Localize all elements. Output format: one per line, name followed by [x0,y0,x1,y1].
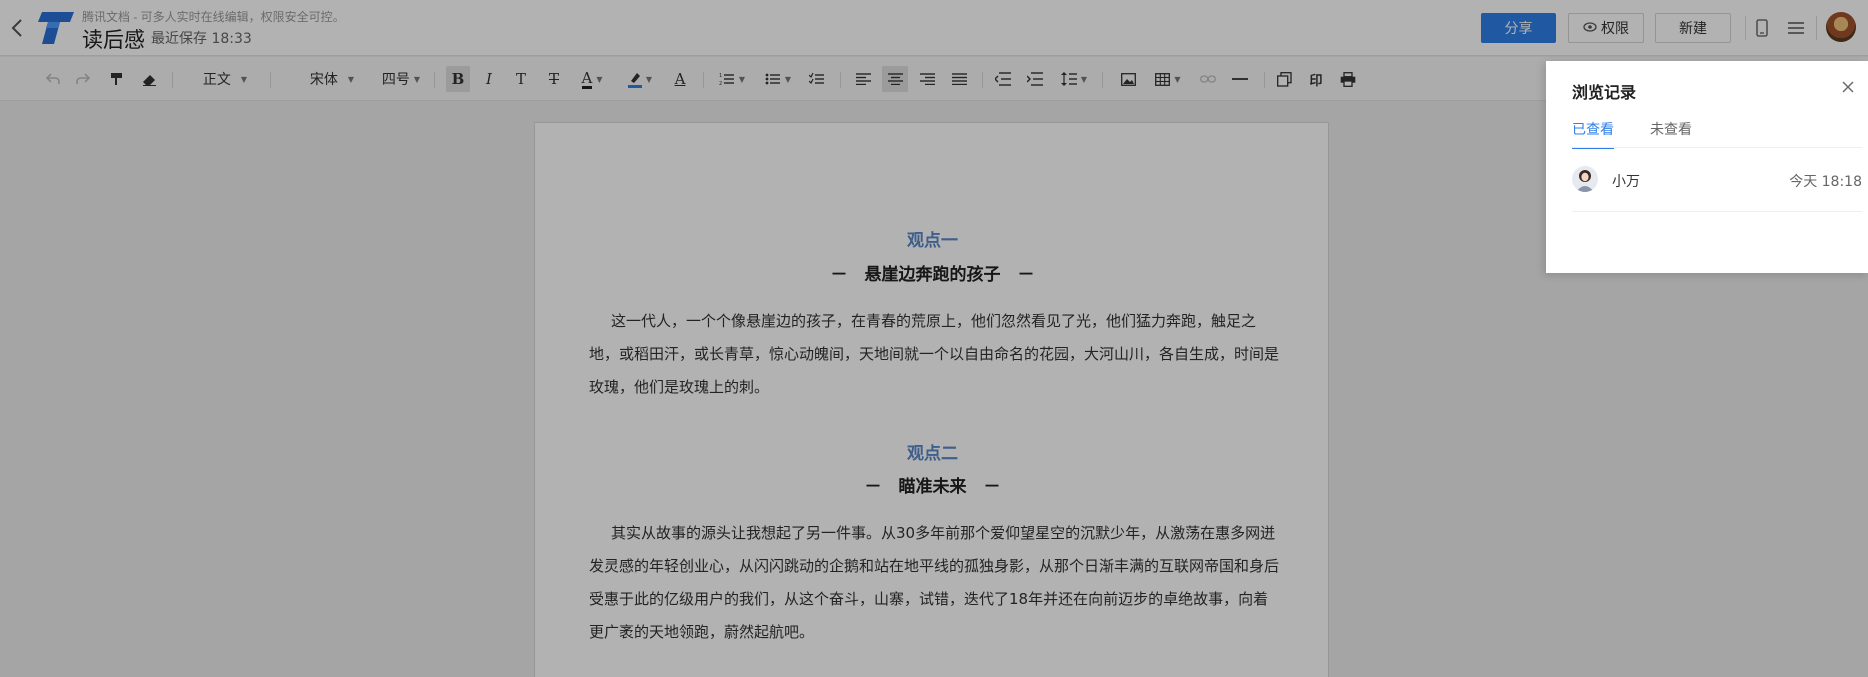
bullet-list-button[interactable]: ▼ [760,66,796,92]
browse-history-panel: 浏览记录 已查看 未查看 小万 今天 18:18 [1546,61,1868,273]
seal-button[interactable]: 印 [1304,66,1328,92]
strikethrough-button[interactable]: T [543,66,565,92]
numbered-list-button[interactable]: 12 ▼ [714,66,750,92]
section-subheading: － 悬崖边奔跑的孩子 － [830,265,1035,285]
record-user-name: 小万 [1612,174,1640,190]
document-page[interactable]: 观点一 － 悬崖边奔跑的孩子 － 这一代人，一个个像悬崖边的孩子，在青春的荒原上… [534,122,1329,677]
line-spacing-icon [1060,72,1077,86]
menu-icon[interactable] [1782,14,1810,42]
redo-icon[interactable] [72,66,94,92]
panel-title: 浏览记录 [1572,83,1637,102]
section-heading: 观点二 [907,444,958,464]
toolbar-divider [840,72,841,88]
new-button[interactable]: 新建 [1655,13,1731,43]
save-status: 最近保存 18:33 [151,31,252,47]
section-paragraph[interactable]: 其实从故事的源头让我想起了另一件事。从30多年前那个爱仰望星空的沉默少年，从激荡… [589,517,1279,649]
numbered-list-icon: 12 [719,72,735,86]
bullet-list-icon [765,72,781,86]
copy-format-icon[interactable] [1272,66,1296,92]
format-painter-icon[interactable] [106,66,128,92]
toolbar-divider [1264,72,1265,88]
insert-table-button[interactable]: ▼ [1150,66,1186,92]
chevron-down-icon: ▼ [784,74,792,84]
toolbar-divider [703,72,704,88]
chevron-down-icon: ▼ [1080,74,1088,84]
align-center-icon[interactable] [882,66,908,92]
eye-icon [1583,20,1597,36]
font-family-select[interactable]: 宋体 ▼ [296,66,368,92]
user-avatar[interactable] [1826,12,1856,42]
link-icon[interactable] [1196,66,1220,92]
align-right-icon[interactable] [916,66,938,92]
section-subheading: － 瞄准未来 － [864,477,1001,497]
align-left-icon[interactable] [852,66,874,92]
document-title[interactable]: 读后感 [82,24,145,54]
undo-icon[interactable] [42,66,64,92]
chevron-down-icon: ▼ [240,74,248,84]
chevron-down-icon: ▼ [596,74,603,84]
avatar [1572,166,1598,192]
align-justify-icon[interactable] [948,66,970,92]
app-tagline: 腾讯文档 - 可多人实时在线编辑，权限安全可控。 [82,10,345,24]
toolbar-divider [1102,72,1103,88]
section-paragraph[interactable]: 这一代人，一个个像悬崖边的孩子，在青春的荒原上，他们忽然看见了光，他们猛力奔跑，… [589,305,1279,404]
permission-button[interactable]: 权限 [1568,13,1644,43]
paragraph-style-select[interactable]: 正文 ▼ [190,66,260,92]
clear-format-button[interactable]: A [668,66,692,92]
share-button[interactable]: 分享 [1481,13,1556,43]
header-divider [1745,16,1746,40]
horizontal-rule-icon[interactable] [1228,66,1252,92]
eraser-icon[interactable] [138,66,160,92]
header-divider [1816,16,1817,40]
toolbar-divider [434,72,435,88]
close-icon[interactable] [1840,79,1856,95]
chevron-down-icon: ▼ [1174,74,1181,84]
highlight-icon [627,71,642,88]
indent-decrease-icon[interactable] [992,66,1014,92]
chevron-down-icon: ▼ [413,74,421,84]
paragraph-style-value: 正文 [202,72,231,88]
print-icon[interactable] [1336,66,1360,92]
font-color-icon: A [581,68,593,89]
tab-viewed[interactable]: 已查看 [1572,119,1614,149]
record-divider [1572,211,1862,212]
toolbar-divider [982,72,983,88]
tab-divider [1572,147,1862,148]
highlight-color-button[interactable]: ▼ [622,66,658,92]
insert-image-icon[interactable] [1116,66,1140,92]
toolbar-divider [270,72,271,88]
font-family-value: 宋体 [309,72,338,88]
toolbar-divider [172,72,173,88]
chevron-down-icon: ▼ [738,74,746,84]
table-icon [1155,72,1171,86]
history-record[interactable]: 小万 今天 18:18 [1572,161,1862,201]
mobile-icon[interactable] [1748,14,1776,42]
section-heading: 观点一 [907,231,958,251]
line-spacing-button[interactable]: ▼ [1056,66,1092,92]
app-logo [34,8,76,46]
indent-increase-icon[interactable] [1024,66,1046,92]
bold-button[interactable]: B [446,66,470,92]
italic-button[interactable]: I [478,66,500,92]
tab-not-viewed[interactable]: 未查看 [1650,119,1692,147]
chevron-down-icon: ▼ [645,74,653,84]
top-bar: 腾讯文档 - 可多人实时在线编辑，权限安全可控。 读后感 最近保存 18:33 … [0,0,1868,56]
record-time: 今天 18:18 [1789,174,1862,190]
chevron-down-icon: ▼ [347,74,355,84]
checklist-icon[interactable] [806,66,828,92]
font-color-button[interactable]: A ▼ [574,66,610,92]
svg-text:2: 2 [719,81,722,86]
text-style-button[interactable]: T [510,66,532,92]
svg-text:1: 1 [719,73,722,79]
permission-label: 权限 [1601,21,1629,37]
font-size-select[interactable]: 四号 ▼ [378,66,424,92]
back-arrow-icon[interactable] [6,14,28,42]
clear-format-icon: A [674,70,686,88]
font-size-value: 四号 [381,72,410,88]
